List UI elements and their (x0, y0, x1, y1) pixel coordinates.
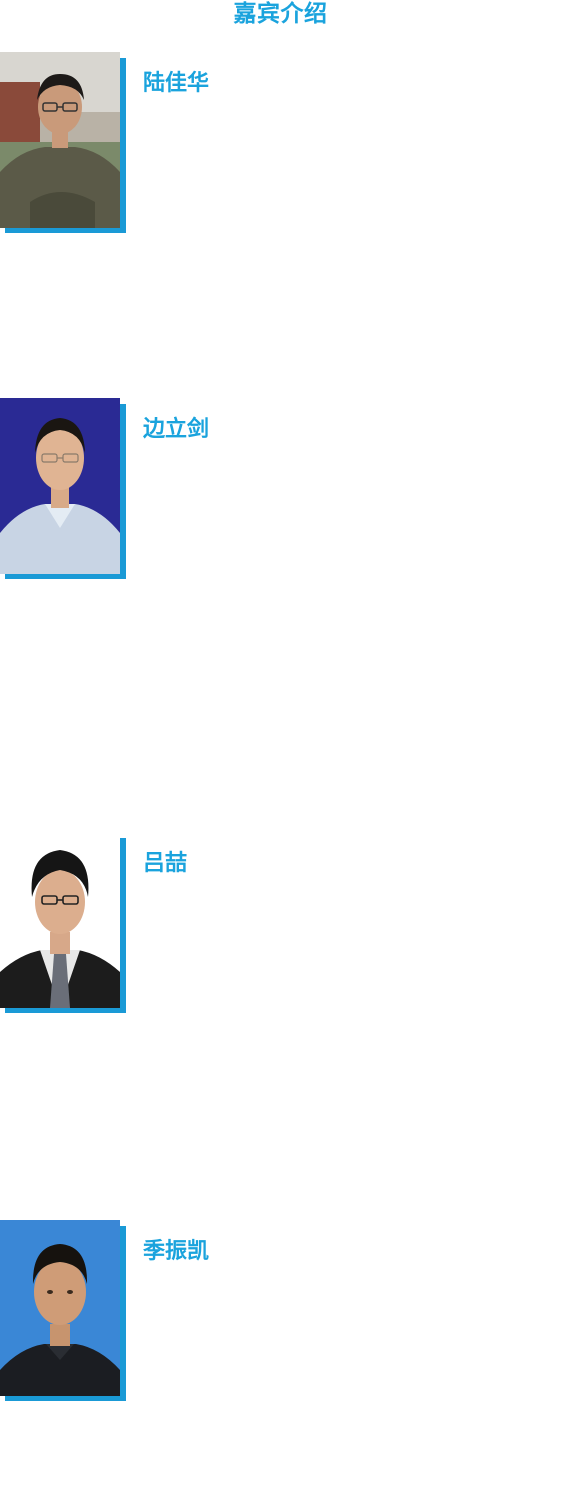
speaker-photo (0, 398, 120, 574)
speaker-photo-frame (0, 832, 126, 1013)
speaker-photo-frame (0, 52, 126, 233)
speaker-photo-frame (0, 398, 126, 579)
portrait-image (0, 52, 120, 228)
portrait-image (0, 1220, 120, 1396)
speaker-photo (0, 52, 120, 228)
speaker-photo (0, 1220, 120, 1396)
portrait-image (0, 398, 120, 574)
speaker-name: 陆佳华 (143, 71, 210, 96)
speaker-name: 季振凯 (143, 1239, 210, 1264)
section-title: 嘉宾介绍 (233, 1, 328, 27)
speaker-photo (0, 832, 120, 1008)
portrait-image (0, 832, 120, 1008)
speaker-photo-frame (0, 1220, 126, 1401)
speaker-name: 吕喆 (143, 851, 188, 876)
speaker-name: 边立剑 (143, 417, 210, 442)
